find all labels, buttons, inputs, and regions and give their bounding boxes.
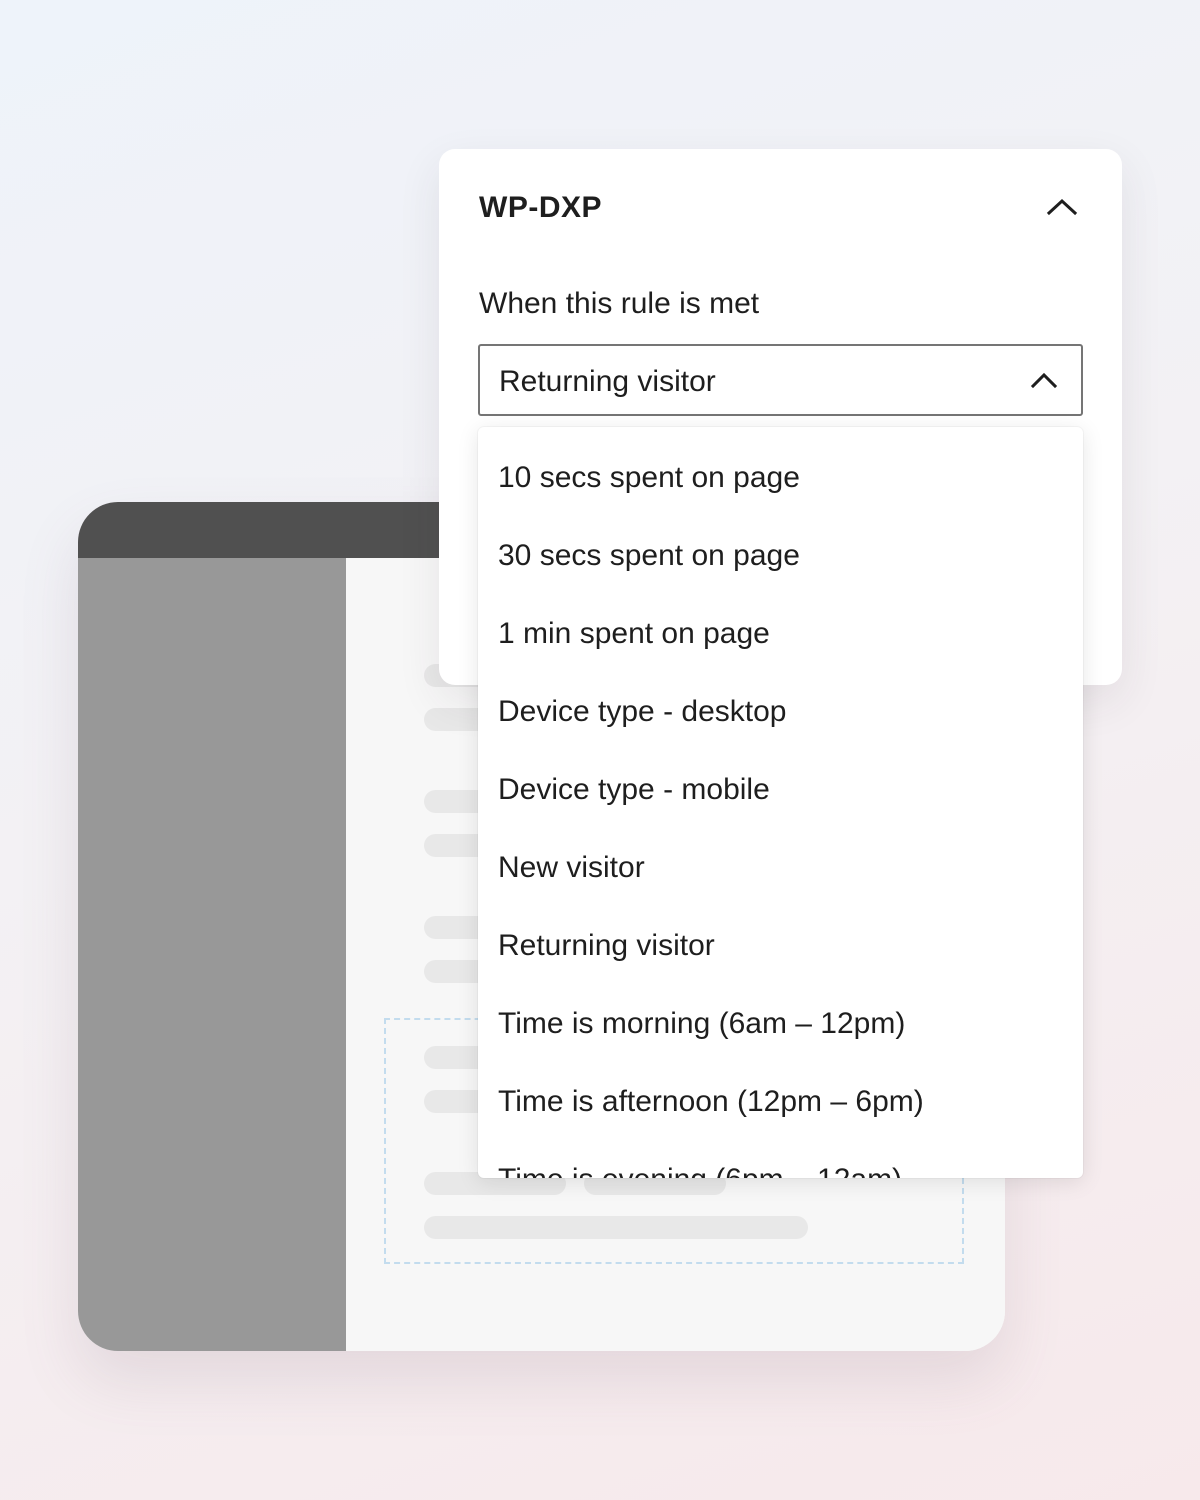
options-list: 10 secs spent on page 30 secs spent on p… <box>478 427 1083 1178</box>
rule-label: When this rule is met <box>479 287 760 320</box>
option-returning-visitor[interactable]: Returning visitor <box>478 907 1083 985</box>
rule-options-dropdown[interactable]: 10 secs spent on page 30 secs spent on p… <box>478 427 1083 1178</box>
option-new-visitor[interactable]: New visitor <box>478 829 1083 907</box>
option-30-secs[interactable]: 30 secs spent on page <box>478 517 1083 595</box>
select-chevron-svg <box>1030 372 1058 389</box>
option-device-mobile[interactable]: Device type - mobile <box>478 751 1083 829</box>
option-time-morning[interactable]: Time is morning (6am – 12pm) <box>478 985 1083 1063</box>
chevron-up-icon-svg <box>1046 198 1078 216</box>
selected-rule-value: Returning visitor <box>499 365 716 398</box>
chevron-up-icon <box>1029 366 1059 396</box>
option-time-afternoon[interactable]: Time is afternoon (12pm – 6pm) <box>478 1063 1083 1141</box>
chevron-up-icon[interactable] <box>1042 189 1082 229</box>
option-1-min[interactable]: 1 min spent on page <box>478 595 1083 673</box>
panel-title: WP-DXP <box>479 191 602 224</box>
panel-header[interactable]: WP-DXP <box>479 189 1082 229</box>
placeholder-line <box>424 1216 808 1239</box>
option-device-desktop[interactable]: Device type - desktop <box>478 673 1083 751</box>
mock-window-sidebar <box>78 558 346 1351</box>
option-10-secs[interactable]: 10 secs spent on page <box>478 439 1083 517</box>
rule-select[interactable]: Returning visitor <box>478 344 1083 416</box>
option-time-evening[interactable]: Time is evening (6pm – 12am) <box>478 1141 1083 1178</box>
